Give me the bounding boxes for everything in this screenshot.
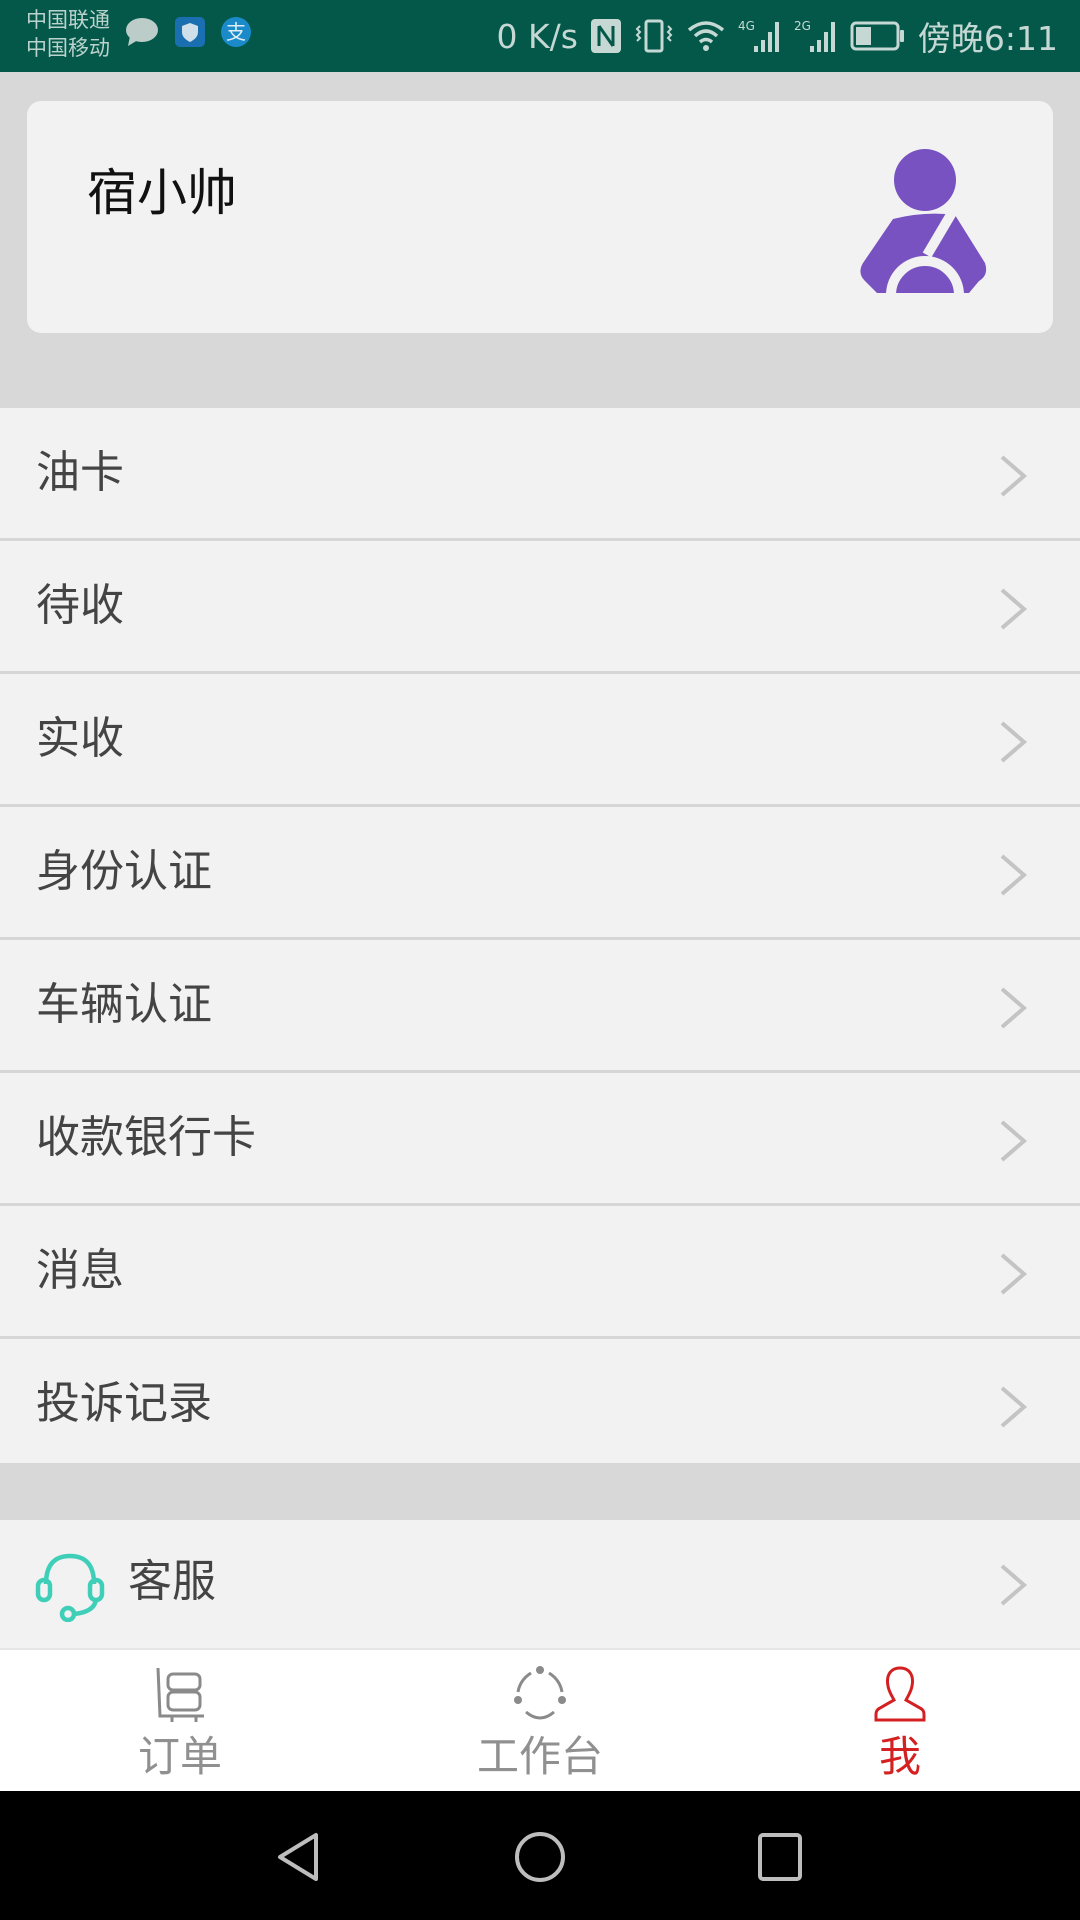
chevron-right-icon — [1000, 455, 1028, 497]
tab-workbench[interactable]: 工作台 — [360, 1650, 720, 1793]
menu-list: 油卡 待收 实收 身份认证 车辆认证 收款银行卡 消息 投诉记录 — [0, 408, 1080, 1471]
clock: 傍晚6:11 — [917, 19, 1058, 58]
driver-avatar-icon — [860, 149, 987, 295]
cart-icon — [156, 1667, 204, 1722]
wifi-icon — [686, 18, 726, 54]
menu-item-label: 消息 — [36, 1245, 124, 1296]
chevron-right-icon — [1000, 854, 1028, 896]
section-divider — [0, 1463, 1080, 1520]
profile-card[interactable]: 宿小帅 — [27, 101, 1053, 333]
tab-label: 订单 — [137, 1732, 222, 1781]
chevron-right-icon — [1000, 1564, 1028, 1606]
menu-item-label: 收款银行卡 — [36, 1112, 256, 1163]
menu-item-messages[interactable]: 消息 — [0, 1206, 1080, 1339]
bottom-tab-bar: 订单 工作台 我 — [0, 1648, 1080, 1793]
notification-icons: 支 — [124, 16, 252, 52]
chevron-right-icon — [1000, 1386, 1028, 1428]
system-status: 0 K/s 4G 2G 傍晚6:11 — [496, 0, 1058, 72]
menu-item-vehicle-verification[interactable]: 车辆认证 — [0, 940, 1080, 1073]
chevron-right-icon — [1000, 987, 1028, 1029]
profile-section: 宿小帅 — [0, 72, 1080, 408]
back-icon[interactable] — [270, 1827, 330, 1887]
person-icon — [874, 1666, 926, 1722]
signal-1-label: 4G — [738, 19, 755, 33]
menu-item-label: 待收 — [36, 580, 124, 631]
profile-name: 宿小帅 — [87, 164, 237, 222]
menu-item-label: 油卡 — [36, 447, 124, 498]
chevron-right-icon — [1000, 588, 1028, 630]
menu-item-bank-card[interactable]: 收款银行卡 — [0, 1073, 1080, 1206]
customer-service-label: 客服 — [128, 1556, 216, 1607]
signal-2g-icon: 2G — [794, 18, 838, 54]
status-bar: 中国联通 中国移动 支 0 K/s 4G 2G 傍晚6:11 — [0, 0, 1080, 72]
carrier-info: 中国联通 中国移动 — [26, 6, 110, 62]
headset-icon — [35, 1553, 105, 1622]
workbench-icon — [514, 1666, 566, 1720]
vibrate-icon — [634, 18, 674, 54]
net-speed: 0 K/s — [496, 16, 578, 56]
menu-item-actual-receipts[interactable]: 实收 — [0, 674, 1080, 807]
security-shield-icon — [174, 16, 206, 52]
chevron-right-icon — [1000, 1253, 1028, 1295]
tab-label: 我 — [878, 1732, 921, 1781]
chevron-right-icon — [1000, 1120, 1028, 1162]
recents-icon[interactable] — [750, 1827, 810, 1887]
carrier-2: 中国移动 — [26, 36, 110, 60]
tab-me[interactable]: 我 — [720, 1650, 1080, 1793]
chevron-right-icon — [1000, 721, 1028, 763]
menu-item-pending-receipts[interactable]: 待收 — [0, 541, 1080, 674]
system-nav-bar — [0, 1791, 1080, 1920]
menu-item-label: 车辆认证 — [36, 979, 212, 1030]
svg-text:支: 支 — [226, 20, 246, 44]
menu-item-label: 身份认证 — [36, 846, 212, 897]
menu-item-customer-service[interactable]: 客服 — [0, 1520, 1080, 1648]
menu-item-label: 投诉记录 — [36, 1378, 212, 1429]
menu-item-oil-card[interactable]: 油卡 — [0, 408, 1080, 541]
menu-item-complaint-records[interactable]: 投诉记录 — [0, 1339, 1080, 1471]
message-icon — [124, 16, 160, 52]
signal-2-label: 2G — [794, 19, 811, 33]
carrier-1: 中国联通 — [26, 8, 110, 32]
battery-icon — [850, 21, 906, 51]
tab-orders[interactable]: 订单 — [0, 1650, 360, 1793]
alipay-icon: 支 — [220, 16, 252, 52]
nfc-icon — [590, 18, 622, 54]
menu-item-label: 实收 — [36, 713, 124, 764]
signal-4g-icon: 4G — [738, 18, 782, 54]
tab-label: 工作台 — [476, 1732, 603, 1781]
menu-item-identity-verification[interactable]: 身份认证 — [0, 807, 1080, 940]
home-icon[interactable] — [510, 1827, 570, 1887]
